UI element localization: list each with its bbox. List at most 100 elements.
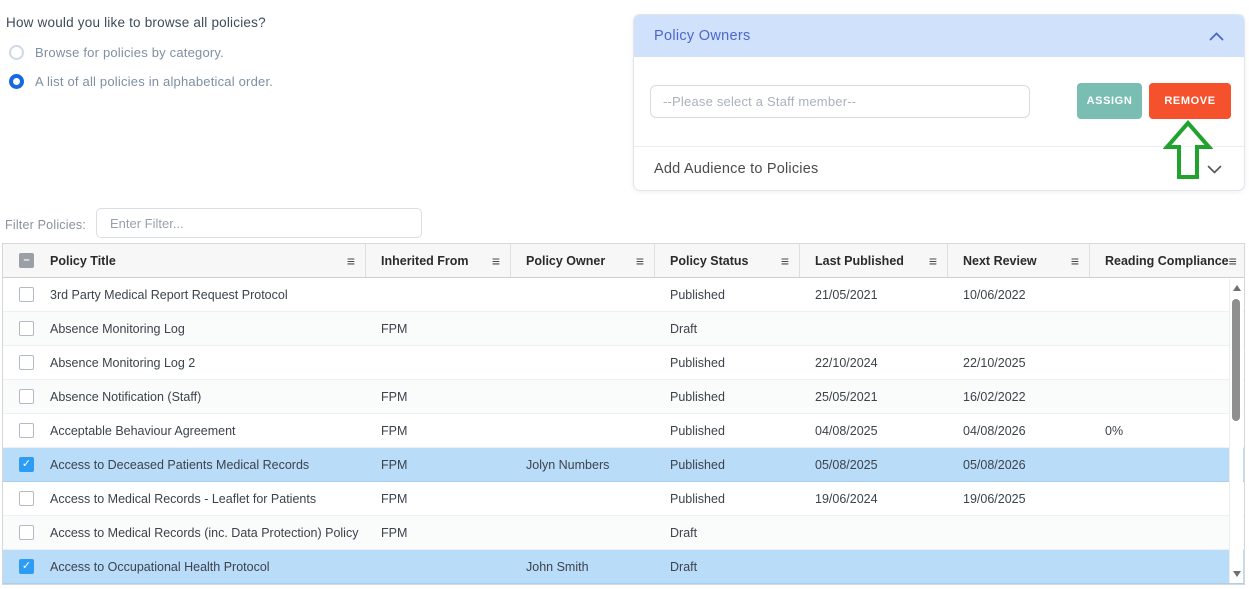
column-header-label: Policy Status bbox=[670, 254, 749, 268]
cell-title: Access to Occupational Health Protocol bbox=[50, 550, 366, 583]
scrollbar-thumb[interactable] bbox=[1232, 299, 1240, 421]
column-header-label: Inherited From bbox=[381, 254, 469, 268]
cell-last-published: 25/05/2021 bbox=[800, 380, 948, 413]
filter-policies-label: Filter Policies: bbox=[5, 218, 86, 232]
select-all-checkbox[interactable] bbox=[19, 253, 34, 268]
cell-next-review: 05/08/2026 bbox=[948, 448, 1090, 481]
row-checkbox-cell bbox=[3, 550, 50, 583]
cell-reading-compliance bbox=[1090, 550, 1244, 583]
column-menu-icon[interactable]: ≡ bbox=[1071, 254, 1079, 268]
row-checkbox[interactable] bbox=[19, 287, 34, 302]
cell-policy-status: Published bbox=[655, 380, 800, 413]
row-checkbox[interactable] bbox=[19, 559, 34, 574]
vertical-scrollbar[interactable] bbox=[1229, 279, 1243, 583]
column-header[interactable]: Policy Status ≡ bbox=[655, 244, 800, 277]
cell-inherited-from: FPM bbox=[366, 448, 511, 481]
radio-label: A list of all policies in alphabetical o… bbox=[35, 74, 273, 89]
filter-input[interactable] bbox=[96, 208, 422, 238]
table-row[interactable]: 3rd Party Medical Report Request Protoco… bbox=[3, 278, 1244, 312]
cell-next-review: 10/06/2022 bbox=[948, 278, 1090, 311]
table-row[interactable]: Absence Notification (Staff)FPMPublished… bbox=[3, 380, 1244, 414]
column-header[interactable]: Inherited From ≡ bbox=[366, 244, 511, 277]
column-header-label: Next Review bbox=[963, 254, 1037, 268]
cell-next-review bbox=[948, 516, 1090, 549]
policy-owners-header[interactable]: Policy Owners bbox=[634, 15, 1244, 57]
column-header[interactable]: Reading Compliance≡ bbox=[1090, 244, 1244, 277]
cell-policy-owner bbox=[511, 380, 655, 413]
row-checkbox-cell bbox=[3, 346, 50, 379]
column-header-label: Policy Owner bbox=[526, 254, 605, 268]
column-header[interactable]: Policy Title≡ bbox=[50, 244, 366, 277]
cell-reading-compliance bbox=[1090, 516, 1244, 549]
browse-option[interactable]: A list of all policies in alphabetical o… bbox=[9, 74, 273, 89]
cell-policy-owner: John Smith bbox=[511, 550, 655, 583]
cell-title: Absence Notification (Staff) bbox=[50, 380, 366, 413]
cell-policy-status: Draft bbox=[655, 312, 800, 345]
assign-button[interactable]: ASSIGN bbox=[1077, 83, 1142, 119]
scroll-up-icon[interactable] bbox=[1233, 285, 1241, 291]
row-checkbox[interactable] bbox=[19, 525, 34, 540]
row-checkbox[interactable] bbox=[19, 491, 34, 506]
cell-reading-compliance bbox=[1090, 380, 1244, 413]
row-checkbox[interactable] bbox=[19, 355, 34, 370]
cell-next-review: 04/08/2026 bbox=[948, 414, 1090, 447]
cell-policy-status: Draft bbox=[655, 550, 800, 583]
row-checkbox[interactable] bbox=[19, 389, 34, 404]
cell-last-published bbox=[800, 550, 948, 583]
remove-button[interactable]: REMOVE bbox=[1149, 83, 1231, 119]
radio-button[interactable] bbox=[9, 74, 24, 89]
cell-policy-owner: Jolyn Numbers bbox=[511, 448, 655, 481]
cell-reading-compliance bbox=[1090, 312, 1244, 345]
row-checkbox-cell bbox=[3, 312, 50, 345]
cell-reading-compliance bbox=[1090, 482, 1244, 515]
column-menu-icon[interactable]: ≡ bbox=[636, 254, 644, 268]
cell-policy-status: Draft bbox=[655, 516, 800, 549]
column-header[interactable]: Last Published≡ bbox=[800, 244, 948, 277]
cell-last-published bbox=[800, 516, 948, 549]
column-header[interactable]: Policy Owner ≡ bbox=[511, 244, 655, 277]
table-row[interactable]: Access to Deceased Patients Medical Reco… bbox=[3, 448, 1244, 482]
cell-reading-compliance bbox=[1090, 346, 1244, 379]
row-checkbox-cell bbox=[3, 278, 50, 311]
add-audience-header[interactable]: Add Audience to Policies bbox=[634, 147, 1244, 191]
cell-inherited-from: FPM bbox=[366, 516, 511, 549]
cell-policy-status: Published bbox=[655, 482, 800, 515]
column-menu-icon[interactable]: ≡ bbox=[1229, 254, 1237, 268]
radio-button[interactable] bbox=[9, 45, 24, 60]
table-row[interactable]: Absence Monitoring LogFPMDraft bbox=[3, 312, 1244, 346]
cell-reading-compliance bbox=[1090, 278, 1244, 311]
column-menu-icon[interactable]: ≡ bbox=[929, 254, 937, 268]
row-checkbox[interactable] bbox=[19, 423, 34, 438]
cell-policy-status: Published bbox=[655, 346, 800, 379]
column-menu-icon[interactable]: ≡ bbox=[347, 254, 355, 268]
row-checkbox[interactable] bbox=[19, 457, 34, 472]
cell-last-published: 04/08/2025 bbox=[800, 414, 948, 447]
scroll-down-icon[interactable] bbox=[1233, 571, 1241, 577]
table-row[interactable]: Access to Medical Records - Leaflet for … bbox=[3, 482, 1244, 516]
header-checkbox-cell bbox=[3, 244, 50, 277]
cell-title: Access to Medical Records (inc. Data Pro… bbox=[50, 516, 366, 549]
add-audience-title: Add Audience to Policies bbox=[654, 161, 818, 177]
cell-next-review: 19/06/2025 bbox=[948, 482, 1090, 515]
policies-table: Policy Title≡Inherited From≡Policy Owner… bbox=[2, 243, 1245, 585]
column-menu-icon[interactable]: ≡ bbox=[492, 254, 500, 268]
staff-member-select[interactable] bbox=[650, 85, 1030, 118]
column-header[interactable]: Next Review ≡ bbox=[948, 244, 1090, 277]
cell-policy-status: Published bbox=[655, 448, 800, 481]
table-row[interactable]: Access to Medical Records (inc. Data Pro… bbox=[3, 516, 1244, 550]
cell-policy-owner bbox=[511, 278, 655, 311]
cell-next-review: 16/02/2022 bbox=[948, 380, 1090, 413]
table-row[interactable]: Absence Monitoring Log 2Published22/10/2… bbox=[3, 346, 1244, 380]
row-checkbox-cell bbox=[3, 482, 50, 515]
chevron-up-icon bbox=[1209, 32, 1224, 41]
table-row[interactable]: Acceptable Behaviour AgreementFPMPublish… bbox=[3, 414, 1244, 448]
row-checkbox-cell bbox=[3, 414, 50, 447]
cell-title: 3rd Party Medical Report Request Protoco… bbox=[50, 278, 366, 311]
row-checkbox[interactable] bbox=[19, 321, 34, 336]
cell-policy-owner bbox=[511, 482, 655, 515]
table-row[interactable]: Access to Occupational Health Protocol Jo… bbox=[3, 550, 1244, 584]
row-checkbox-cell bbox=[3, 448, 50, 481]
cell-last-published: 22/10/2024 bbox=[800, 346, 948, 379]
column-menu-icon[interactable]: ≡ bbox=[781, 254, 789, 268]
browse-option[interactable]: Browse for policies by category. bbox=[9, 45, 224, 60]
